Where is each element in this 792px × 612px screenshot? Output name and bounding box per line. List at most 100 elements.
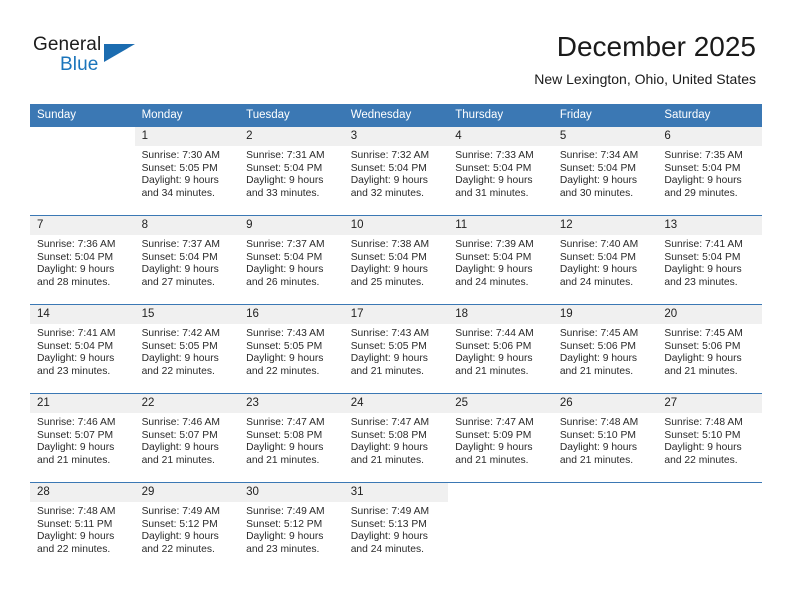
daylight-text-line2: and 26 minutes.	[246, 276, 320, 288]
sunset-text: Sunset: 5:04 PM	[559, 162, 636, 174]
day-cell-content[interactable]: 26 Sunrise: 7:48 AM Sunset: 5:10 PM Dayligh…	[552, 394, 658, 482]
day-cell-content[interactable]: 1 Sunrise: 7:30 AM Sunset: 5:05 PM Daylight…	[134, 127, 240, 215]
day-cell-content[interactable]: 6 Sunrise: 7:35 AM Sunset: 5:04 PM Daylight…	[657, 127, 762, 215]
sunset-text: Sunset: 5:04 PM	[559, 251, 636, 263]
day-cell-content[interactable]: 27 Sunrise: 7:48 AM Sunset: 5:10 PM Dayligh…	[657, 394, 762, 482]
day-cell-content[interactable]: 28 Sunrise: 7:48 AM Sunset: 5:11 PM Dayligh…	[30, 483, 135, 571]
sunset-text: Sunset: 5:08 PM	[350, 429, 427, 441]
day-cell-content[interactable]: 18 Sunrise: 7:44 AM Sunset: 5:06 PM Dayligh…	[448, 305, 553, 393]
day-info: Sunrise: 7:43 AM Sunset: 5:05 PM Daylight:…	[239, 324, 344, 378]
daylight-text-line2: and 21 minutes.	[559, 365, 634, 377]
sunrise-text: Sunrise: 7:42 AM	[141, 328, 220, 339]
day-info: Sunrise: 7:49 AM Sunset: 5:12 PM Daylight:…	[135, 502, 240, 556]
day-cell-content[interactable]: 30 Sunrise: 7:49 AM Sunset: 5:12 PM Dayligh…	[239, 483, 344, 571]
day-number: 14	[30, 305, 135, 324]
day-cell	[552, 482, 658, 571]
day-info: Sunrise: 7:47 AM Sunset: 5:08 PM Daylight:…	[239, 413, 344, 467]
day-cell	[657, 482, 762, 571]
day-cell-content[interactable]: 8 Sunrise: 7:37 AM Sunset: 5:04 PM Daylight…	[134, 216, 240, 304]
day-cell-content[interactable]: 3 Sunrise: 7:32 AM Sunset: 5:04 PM Daylight…	[343, 127, 449, 215]
daylight-text-line2: and 21 minutes.	[455, 365, 529, 377]
day-number: 1	[134, 127, 240, 146]
day-cell-content[interactable]: 16 Sunrise: 7:43 AM Sunset: 5:05 PM Dayligh…	[239, 305, 344, 393]
daylight-text-line1: Daylight: 9 hours	[37, 264, 115, 276]
day-cell-content[interactable]: 31 Sunrise: 7:49 AM Sunset: 5:13 PM Dayligh…	[343, 483, 449, 571]
sunrise-text: Sunrise: 7:38 AM	[350, 239, 430, 250]
day-info: Sunrise: 7:41 AM Sunset: 5:04 PM Daylight:…	[657, 235, 762, 289]
day-number: 13	[657, 216, 762, 235]
day-cell: 19 Sunrise: 7:45 AM Sunset: 5:06 PM Dayligh…	[552, 304, 658, 394]
daylight-text-line1: Daylight: 9 hours	[559, 353, 638, 365]
day-number: 24	[343, 394, 449, 413]
day-cell-content[interactable]: 24 Sunrise: 7:47 AM Sunset: 5:08 PM Dayligh…	[343, 394, 449, 482]
day-cell-content[interactable]: 14 Sunrise: 7:41 AM Sunset: 5:04 PM Dayligh…	[30, 305, 135, 393]
daylight-text-line2: and 23 minutes.	[246, 543, 320, 555]
day-cell-content[interactable]: 5 Sunrise: 7:34 AM Sunset: 5:04 PM Daylight…	[552, 127, 658, 215]
day-cell-content[interactable]: 20 Sunrise: 7:45 AM Sunset: 5:06 PM Dayligh…	[657, 305, 762, 393]
day-number: 5	[552, 127, 658, 146]
sunrise-text: Sunrise: 7:49 AM	[246, 506, 325, 517]
sunrise-text: Sunrise: 7:47 AM	[455, 417, 534, 428]
day-cell-content[interactable]: 21 Sunrise: 7:46 AM Sunset: 5:07 PM Dayligh…	[30, 394, 135, 482]
daylight-text-line2: and 21 minutes.	[559, 454, 634, 466]
sunset-text: Sunset: 5:09 PM	[455, 429, 532, 441]
sunrise-text: Sunrise: 7:37 AM	[246, 239, 325, 250]
day-cell-content[interactable]: 23 Sunrise: 7:47 AM Sunset: 5:08 PM Dayligh…	[239, 394, 344, 482]
weekday-header: Sunday Monday Tuesday Wednesday Thursday…	[30, 104, 762, 127]
day-info: Sunrise: 7:39 AM Sunset: 5:04 PM Daylight:…	[448, 235, 553, 289]
day-number: 19	[552, 305, 658, 324]
day-number: 16	[239, 305, 344, 324]
sunrise-text: Sunrise: 7:30 AM	[141, 150, 220, 161]
day-cell-content[interactable]: 7 Sunrise: 7:36 AM Sunset: 5:04 PM Daylight…	[30, 216, 135, 304]
daylight-text-line1: Daylight: 9 hours	[350, 353, 428, 365]
sunset-text: Sunset: 5:06 PM	[455, 340, 532, 352]
day-cell-content[interactable]: 22 Sunrise: 7:46 AM Sunset: 5:07 PM Dayligh…	[134, 394, 240, 482]
daylight-text-line2: and 31 minutes.	[455, 187, 529, 199]
daylight-text-line1: Daylight: 9 hours	[141, 264, 219, 276]
day-cell: 15 Sunrise: 7:42 AM Sunset: 5:05 PM Dayligh…	[134, 304, 240, 394]
day-info: Sunrise: 7:31 AM Sunset: 5:04 PM Daylight:…	[239, 146, 344, 200]
calendar-body: 1 Sunrise: 7:30 AM Sunset: 5:05 PM Daylight…	[30, 127, 762, 571]
sunrise-text: Sunrise: 7:49 AM	[141, 506, 220, 517]
day-cell-content[interactable]: 2 Sunrise: 7:31 AM Sunset: 5:04 PM Daylight…	[239, 127, 344, 215]
general-blue-logo[interactable]: General Blue	[33, 34, 143, 80]
day-cell-content[interactable]: 10 Sunrise: 7:38 AM Sunset: 5:04 PM Dayligh…	[343, 216, 449, 304]
day-cell-content[interactable]: 15 Sunrise: 7:42 AM Sunset: 5:05 PM Dayligh…	[134, 305, 240, 393]
blue-triangle-icon	[104, 44, 135, 62]
weekday-header-thursday: Thursday	[448, 104, 553, 127]
sunset-text: Sunset: 5:04 PM	[350, 251, 427, 263]
logo-text-general: General	[33, 34, 102, 55]
day-cell-content[interactable]: 13 Sunrise: 7:41 AM Sunset: 5:04 PM Dayligh…	[657, 216, 762, 304]
day-number	[30, 127, 135, 146]
sunset-text: Sunset: 5:05 PM	[141, 162, 218, 174]
calendar-week-row: 7 Sunrise: 7:36 AM Sunset: 5:04 PM Daylight…	[30, 215, 762, 305]
day-number: 23	[239, 394, 344, 413]
sunset-text: Sunset: 5:13 PM	[350, 518, 427, 530]
daylight-text-line1: Daylight: 9 hours	[246, 264, 324, 276]
day-cell-content[interactable]: 19 Sunrise: 7:45 AM Sunset: 5:06 PM Dayligh…	[552, 305, 658, 393]
day-cell-content[interactable]: 9 Sunrise: 7:37 AM Sunset: 5:04 PM Daylight…	[239, 216, 344, 304]
daylight-text-line1: Daylight: 9 hours	[37, 353, 115, 365]
sunset-text: Sunset: 5:12 PM	[141, 518, 218, 530]
daylight-text-line2: and 21 minutes.	[141, 454, 215, 466]
day-cell: 13 Sunrise: 7:41 AM Sunset: 5:04 PM Dayligh…	[657, 215, 762, 305]
day-cell-content[interactable]: 29 Sunrise: 7:49 AM Sunset: 5:12 PM Dayligh…	[134, 483, 240, 571]
daylight-text-line1: Daylight: 9 hours	[559, 175, 638, 187]
daylight-text-line1: Daylight: 9 hours	[141, 442, 219, 454]
day-number: 8	[134, 216, 240, 235]
sunrise-text: Sunrise: 7:48 AM	[37, 506, 116, 517]
day-info: Sunrise: 7:38 AM Sunset: 5:04 PM Daylight:…	[344, 235, 449, 289]
calendar-week-row: 14 Sunrise: 7:41 AM Sunset: 5:04 PM Dayligh…	[30, 304, 762, 394]
day-cell-content[interactable]: 25 Sunrise: 7:47 AM Sunset: 5:09 PM Dayligh…	[448, 394, 553, 482]
daylight-text-line1: Daylight: 9 hours	[37, 442, 115, 454]
day-cell-content[interactable]: 4 Sunrise: 7:33 AM Sunset: 5:04 PM Daylight…	[448, 127, 553, 215]
day-cell-content[interactable]: 17 Sunrise: 7:43 AM Sunset: 5:05 PM Dayligh…	[343, 305, 449, 393]
day-number: 2	[239, 127, 344, 146]
day-cell-content[interactable]: 11 Sunrise: 7:39 AM Sunset: 5:04 PM Dayligh…	[448, 216, 553, 304]
daylight-text-line2: and 24 minutes.	[455, 276, 529, 288]
daylight-text-line2: and 21 minutes.	[350, 365, 424, 377]
day-number: 17	[343, 305, 449, 324]
sunset-text: Sunset: 5:07 PM	[37, 429, 114, 441]
day-info: Sunrise: 7:40 AM Sunset: 5:04 PM Daylight:…	[553, 235, 658, 289]
day-cell-content[interactable]: 12 Sunrise: 7:40 AM Sunset: 5:04 PM Dayligh…	[552, 216, 658, 304]
